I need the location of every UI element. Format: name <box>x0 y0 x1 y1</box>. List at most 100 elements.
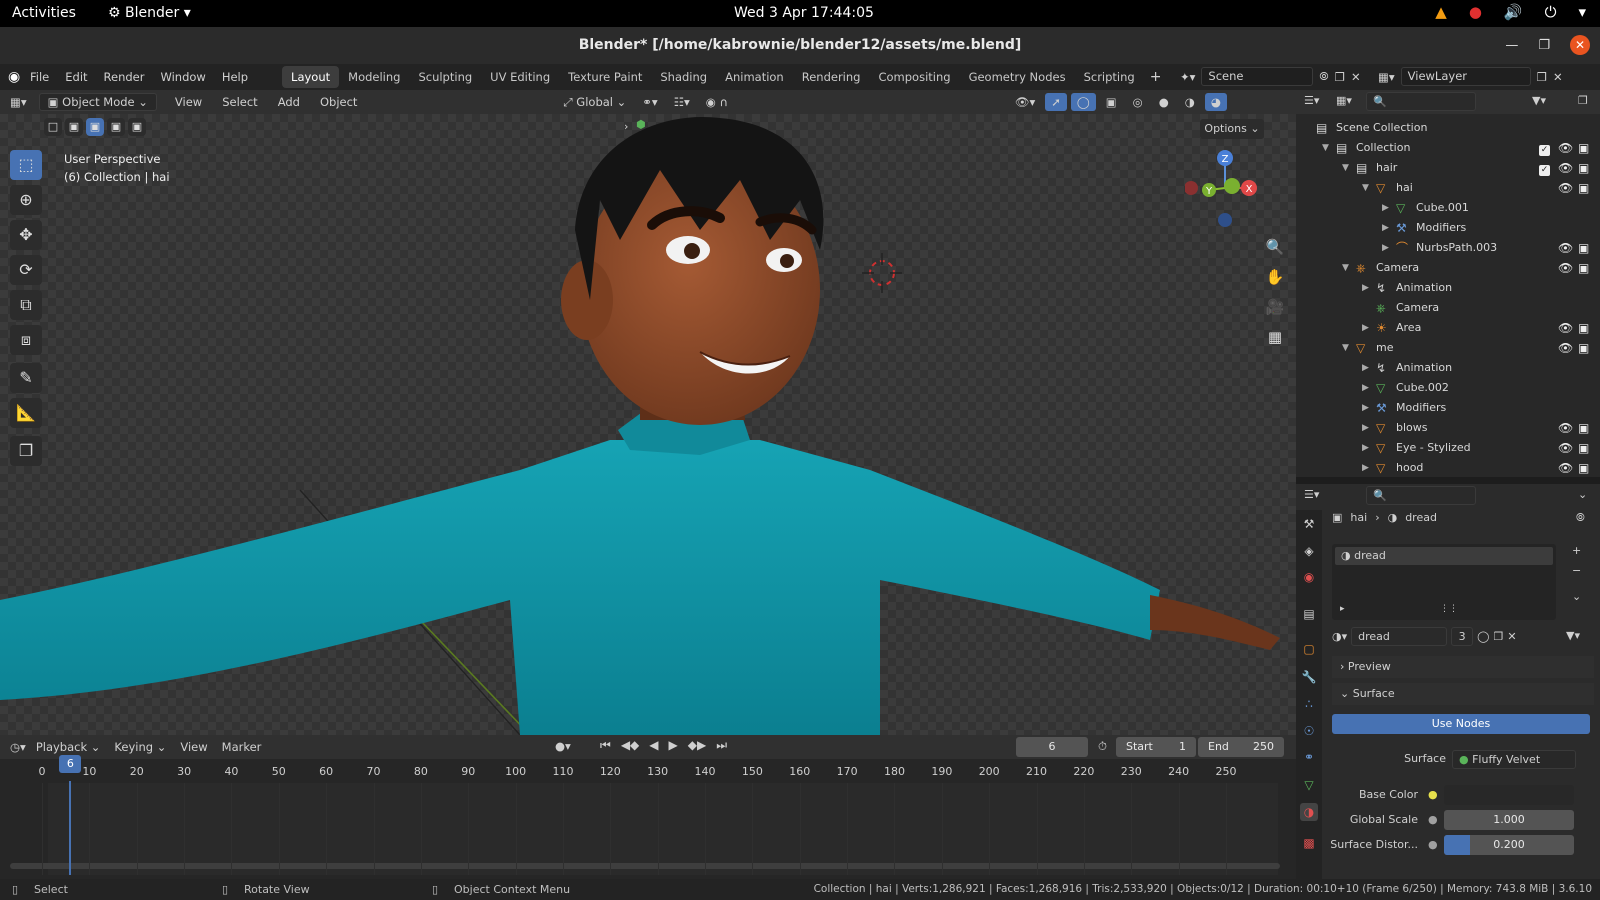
tab-uv-editing[interactable]: UV Editing <box>481 66 559 88</box>
timeline-editor-type-icon[interactable]: ◷▾ <box>10 740 26 754</box>
tab-modeling[interactable]: Modeling <box>339 66 409 88</box>
user-count-field[interactable]: 3 <box>1451 627 1474 646</box>
viewport-menu-select[interactable]: Select <box>216 93 263 111</box>
modifier-tab-icon[interactable]: 🔧 <box>1300 668 1318 686</box>
global-scale-field[interactable]: 1.000 <box>1444 810 1574 830</box>
3d-viewport[interactable] <box>0 114 1296 735</box>
browse-material-icon[interactable]: ◑▾ <box>1332 630 1347 643</box>
collection-tab-icon[interactable]: ▤ <box>1300 605 1318 623</box>
expand-toggle-icon[interactable]: ▶ <box>1362 438 1369 458</box>
tab-animation[interactable]: Animation <box>716 66 793 88</box>
measure-tool-icon[interactable]: 📐 <box>10 398 42 428</box>
blender-logo-icon[interactable]: ◉ <box>8 69 30 85</box>
timeline-menu-view[interactable]: View <box>180 740 207 754</box>
tab-texture-paint[interactable]: Texture Paint <box>559 66 651 88</box>
stopwatch-icon[interactable]: ⏱ <box>1098 739 1107 754</box>
add-slot-icon[interactable]: + <box>1572 544 1581 557</box>
surface-distortion-field[interactable]: 0.200 <box>1444 835 1574 855</box>
current-frame-field[interactable]: 6 <box>1016 737 1088 757</box>
surface-shader-field[interactable]: ● Fluffy Velvet <box>1452 750 1576 769</box>
orientation-dropdown[interactable]: ⤢ Global ⌄ <box>557 93 632 112</box>
render-camera-icon[interactable]: ▣ <box>1578 458 1589 477</box>
outliner-row[interactable]: ▶ ⌒ NurbsPath.003 👁 ▣ <box>1296 238 1600 258</box>
socket-icon[interactable]: ● <box>1428 813 1438 826</box>
tool-tab-icon[interactable]: ⚒ <box>1300 515 1318 533</box>
pivot-icon[interactable]: ⚭▾ <box>636 93 663 111</box>
filter-icon[interactable]: ▼▾ <box>1532 94 1546 107</box>
volume-icon[interactable]: 🔊 <box>1504 3 1523 21</box>
duplicate-material-icon[interactable]: ❐ <box>1493 630 1503 643</box>
render-camera-icon[interactable]: ▣ <box>1578 178 1589 198</box>
expand-toggle-icon[interactable]: ▼ <box>1362 178 1369 198</box>
tab-scripting[interactable]: Scripting <box>1075 66 1144 88</box>
timeline-menu-marker[interactable]: Marker <box>222 740 262 754</box>
texture-tab-icon[interactable]: ▩ <box>1300 834 1318 852</box>
collection-color-icon[interactable]: ⬢ <box>636 118 646 131</box>
tab-rendering[interactable]: Rendering <box>793 66 870 88</box>
menu-render[interactable]: Render <box>104 70 145 84</box>
render-camera-icon[interactable]: ▣ <box>1578 158 1589 178</box>
expand-toggle-icon[interactable]: ▶ <box>1362 398 1369 418</box>
visibility-icon[interactable]: 👁▾ <box>1009 93 1041 111</box>
timeline-menu-keying[interactable]: Keying ⌄ <box>114 740 166 754</box>
expand-toggle-icon[interactable]: ▼ <box>1342 258 1349 278</box>
wireframe-shading-icon[interactable]: ◎ <box>1127 93 1149 111</box>
outliner-row[interactable]: ⎈ Camera <box>1296 298 1600 318</box>
render-tab-icon[interactable]: ◈ <box>1300 542 1318 560</box>
select-new-icon[interactable]: □ <box>44 118 62 136</box>
outliner-row[interactable]: ▶ ▽ Cube.002 <box>1296 378 1600 398</box>
expand-toggle-icon[interactable]: ▶ <box>1362 378 1369 398</box>
playhead-label[interactable]: 6 <box>59 755 82 773</box>
eye-icon[interactable]: 👁 <box>1558 458 1573 477</box>
view-layer-selector[interactable]: ViewLayer <box>1400 67 1531 86</box>
rotate-tool-icon[interactable]: ⟳ <box>10 255 42 285</box>
expand-toggle-icon[interactable]: ▶ <box>1382 198 1389 218</box>
expand-toggle-icon[interactable]: ▶ <box>1362 358 1369 378</box>
outliner-row[interactable]: ▶ ⚒ Modifiers <box>1296 398 1600 418</box>
exclude-checkbox[interactable]: ✓ <box>1539 138 1550 158</box>
outliner-row[interactable]: ▼ ▽ hai 👁 ▣ <box>1296 178 1600 198</box>
base-color-field[interactable] <box>1444 785 1574 805</box>
start-frame-field[interactable]: Start 1 <box>1116 737 1196 757</box>
render-camera-icon[interactable]: ▣ <box>1578 258 1589 278</box>
ortho-grid-icon[interactable]: ▦ <box>1262 324 1288 350</box>
eye-icon[interactable]: 👁 <box>1558 178 1573 198</box>
render-camera-icon[interactable]: ▣ <box>1578 438 1589 458</box>
expand-toggle-icon[interactable]: ▶ <box>1382 218 1389 238</box>
menu-help[interactable]: Help <box>222 70 248 84</box>
prev-keyframe-icon[interactable]: ◀◆ <box>621 738 639 753</box>
new-view-layer-icon[interactable]: ❐ <box>1537 70 1547 84</box>
outliner-row[interactable]: ▶ ▽ hood 👁 ▣ <box>1296 458 1600 477</box>
tab-geometry-nodes[interactable]: Geometry Nodes <box>960 66 1075 88</box>
eye-icon[interactable]: 👁 <box>1558 138 1573 158</box>
select-subtract-icon[interactable]: ▣ <box>86 118 104 136</box>
expand-toggle-icon[interactable]: ▶ <box>1362 418 1369 438</box>
delete-view-layer-icon[interactable]: ✕ <box>1553 70 1563 84</box>
outliner-row[interactable]: ▶ ▽ Eye - Stylized 👁 ▣ <box>1296 438 1600 458</box>
add-cube-tool-icon[interactable]: ❐ <box>10 436 42 466</box>
delete-scene-icon[interactable]: ✕ <box>1351 70 1361 84</box>
viewport-menu-object[interactable]: Object <box>314 93 363 111</box>
new-scene-icon[interactable]: ❐ <box>1335 70 1345 84</box>
surface-panel-header[interactable]: ⌄ Surface <box>1332 683 1594 705</box>
viewport-menu-add[interactable]: Add <box>272 93 306 111</box>
scene-selector[interactable]: Scene <box>1201 67 1314 86</box>
material-slot-item[interactable]: ◑ dread <box>1335 547 1553 565</box>
preview-panel-header[interactable]: › Preview <box>1332 656 1594 678</box>
expand-toggle-icon[interactable]: ▶ <box>1362 458 1369 477</box>
expand-toggle-icon[interactable]: ▼ <box>1342 338 1349 358</box>
menu-edit[interactable]: Edit <box>65 70 87 84</box>
notification-icon[interactable]: ● <box>1469 3 1482 21</box>
exclude-checkbox[interactable]: ✓ <box>1539 158 1550 178</box>
menu-file[interactable]: File <box>30 70 49 84</box>
expand-toggle-icon[interactable]: ▼ <box>1342 158 1349 178</box>
timeline-scrollbar[interactable] <box>10 863 1280 869</box>
camera-view-icon[interactable]: 🎥 <box>1262 294 1288 320</box>
unlink-material-icon[interactable]: ✕ <box>1507 630 1516 643</box>
tab-compositing[interactable]: Compositing <box>869 66 959 88</box>
chevron-down-icon[interactable]: ⌄ <box>1578 488 1587 501</box>
options-dropdown[interactable]: Options ⌄ <box>1200 119 1264 139</box>
next-keyframe-icon[interactable]: ◆▶ <box>688 738 706 753</box>
app-menu[interactable]: ⚙ Blender ▾ <box>108 5 191 21</box>
editor-type-icon[interactable]: ▦▾ <box>4 93 33 111</box>
